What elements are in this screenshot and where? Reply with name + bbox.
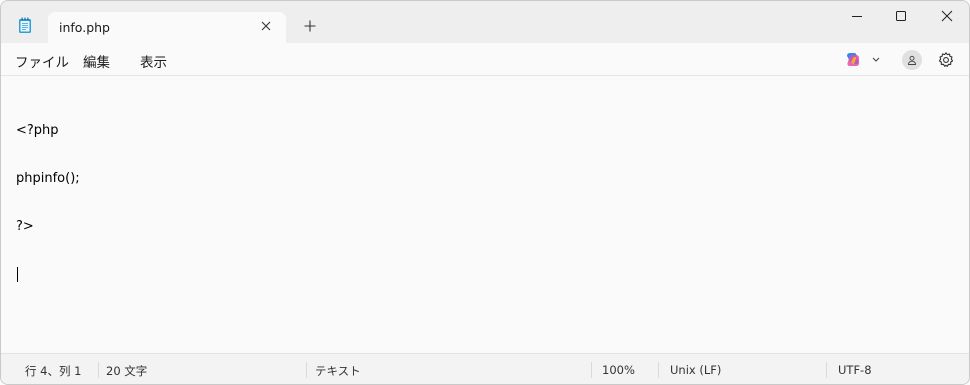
- close-tab-icon[interactable]: [258, 18, 274, 34]
- status-character-count: 20 文字: [106, 364, 148, 378]
- editor-content[interactable]: <?php phpinfo(); ?>: [16, 91, 80, 315]
- text-editor[interactable]: <?php phpinfo(); ?>: [1, 76, 969, 352]
- status-divider: [98, 362, 99, 378]
- notepad-window: info.php ファイル 編集 表示 <?php phpinfo(); ?> …: [0, 0, 970, 385]
- tab-info-php[interactable]: info.php: [48, 12, 286, 43]
- copilot-icon: [847, 53, 880, 66]
- menu-view[interactable]: 表示: [140, 51, 167, 71]
- code-line-1: <?php: [16, 123, 59, 138]
- text-caret: [17, 267, 18, 282]
- status-divider: [591, 362, 592, 378]
- menu-file[interactable]: ファイル: [15, 51, 69, 71]
- menu-edit[interactable]: 編集: [83, 51, 110, 71]
- status-divider: [826, 362, 827, 378]
- minimize-icon[interactable]: [848, 7, 866, 25]
- copilot-button[interactable]: [844, 51, 884, 69]
- profile-avatar-icon[interactable]: [902, 50, 922, 70]
- status-line-ending[interactable]: Unix (LF): [670, 363, 721, 377]
- close-window-icon[interactable]: [938, 7, 956, 25]
- title-bar[interactable]: info.php: [1, 1, 969, 43]
- status-cursor-position[interactable]: 行 4、列 1: [25, 363, 81, 379]
- status-file-format: テキスト: [315, 364, 361, 378]
- code-line-2: phpinfo();: [16, 171, 80, 186]
- status-encoding[interactable]: UTF-8: [838, 363, 872, 377]
- status-divider: [658, 362, 659, 378]
- menu-bar: ファイル 編集 表示: [1, 43, 969, 76]
- settings-gear-icon[interactable]: [937, 51, 955, 69]
- tab-title: info.php: [59, 20, 110, 35]
- new-tab-plus-icon[interactable]: [302, 18, 318, 34]
- code-line-3: ?>: [16, 219, 34, 234]
- maximize-icon[interactable]: [892, 7, 910, 25]
- status-zoom[interactable]: 100%: [602, 363, 635, 377]
- status-bar: 行 4、列 1 20 文字 テキスト 100% Unix (LF) UTF-8: [1, 353, 969, 384]
- notepad-app-icon: [19, 17, 31, 33]
- status-divider: [306, 362, 307, 378]
- code-line-4: [16, 267, 80, 283]
